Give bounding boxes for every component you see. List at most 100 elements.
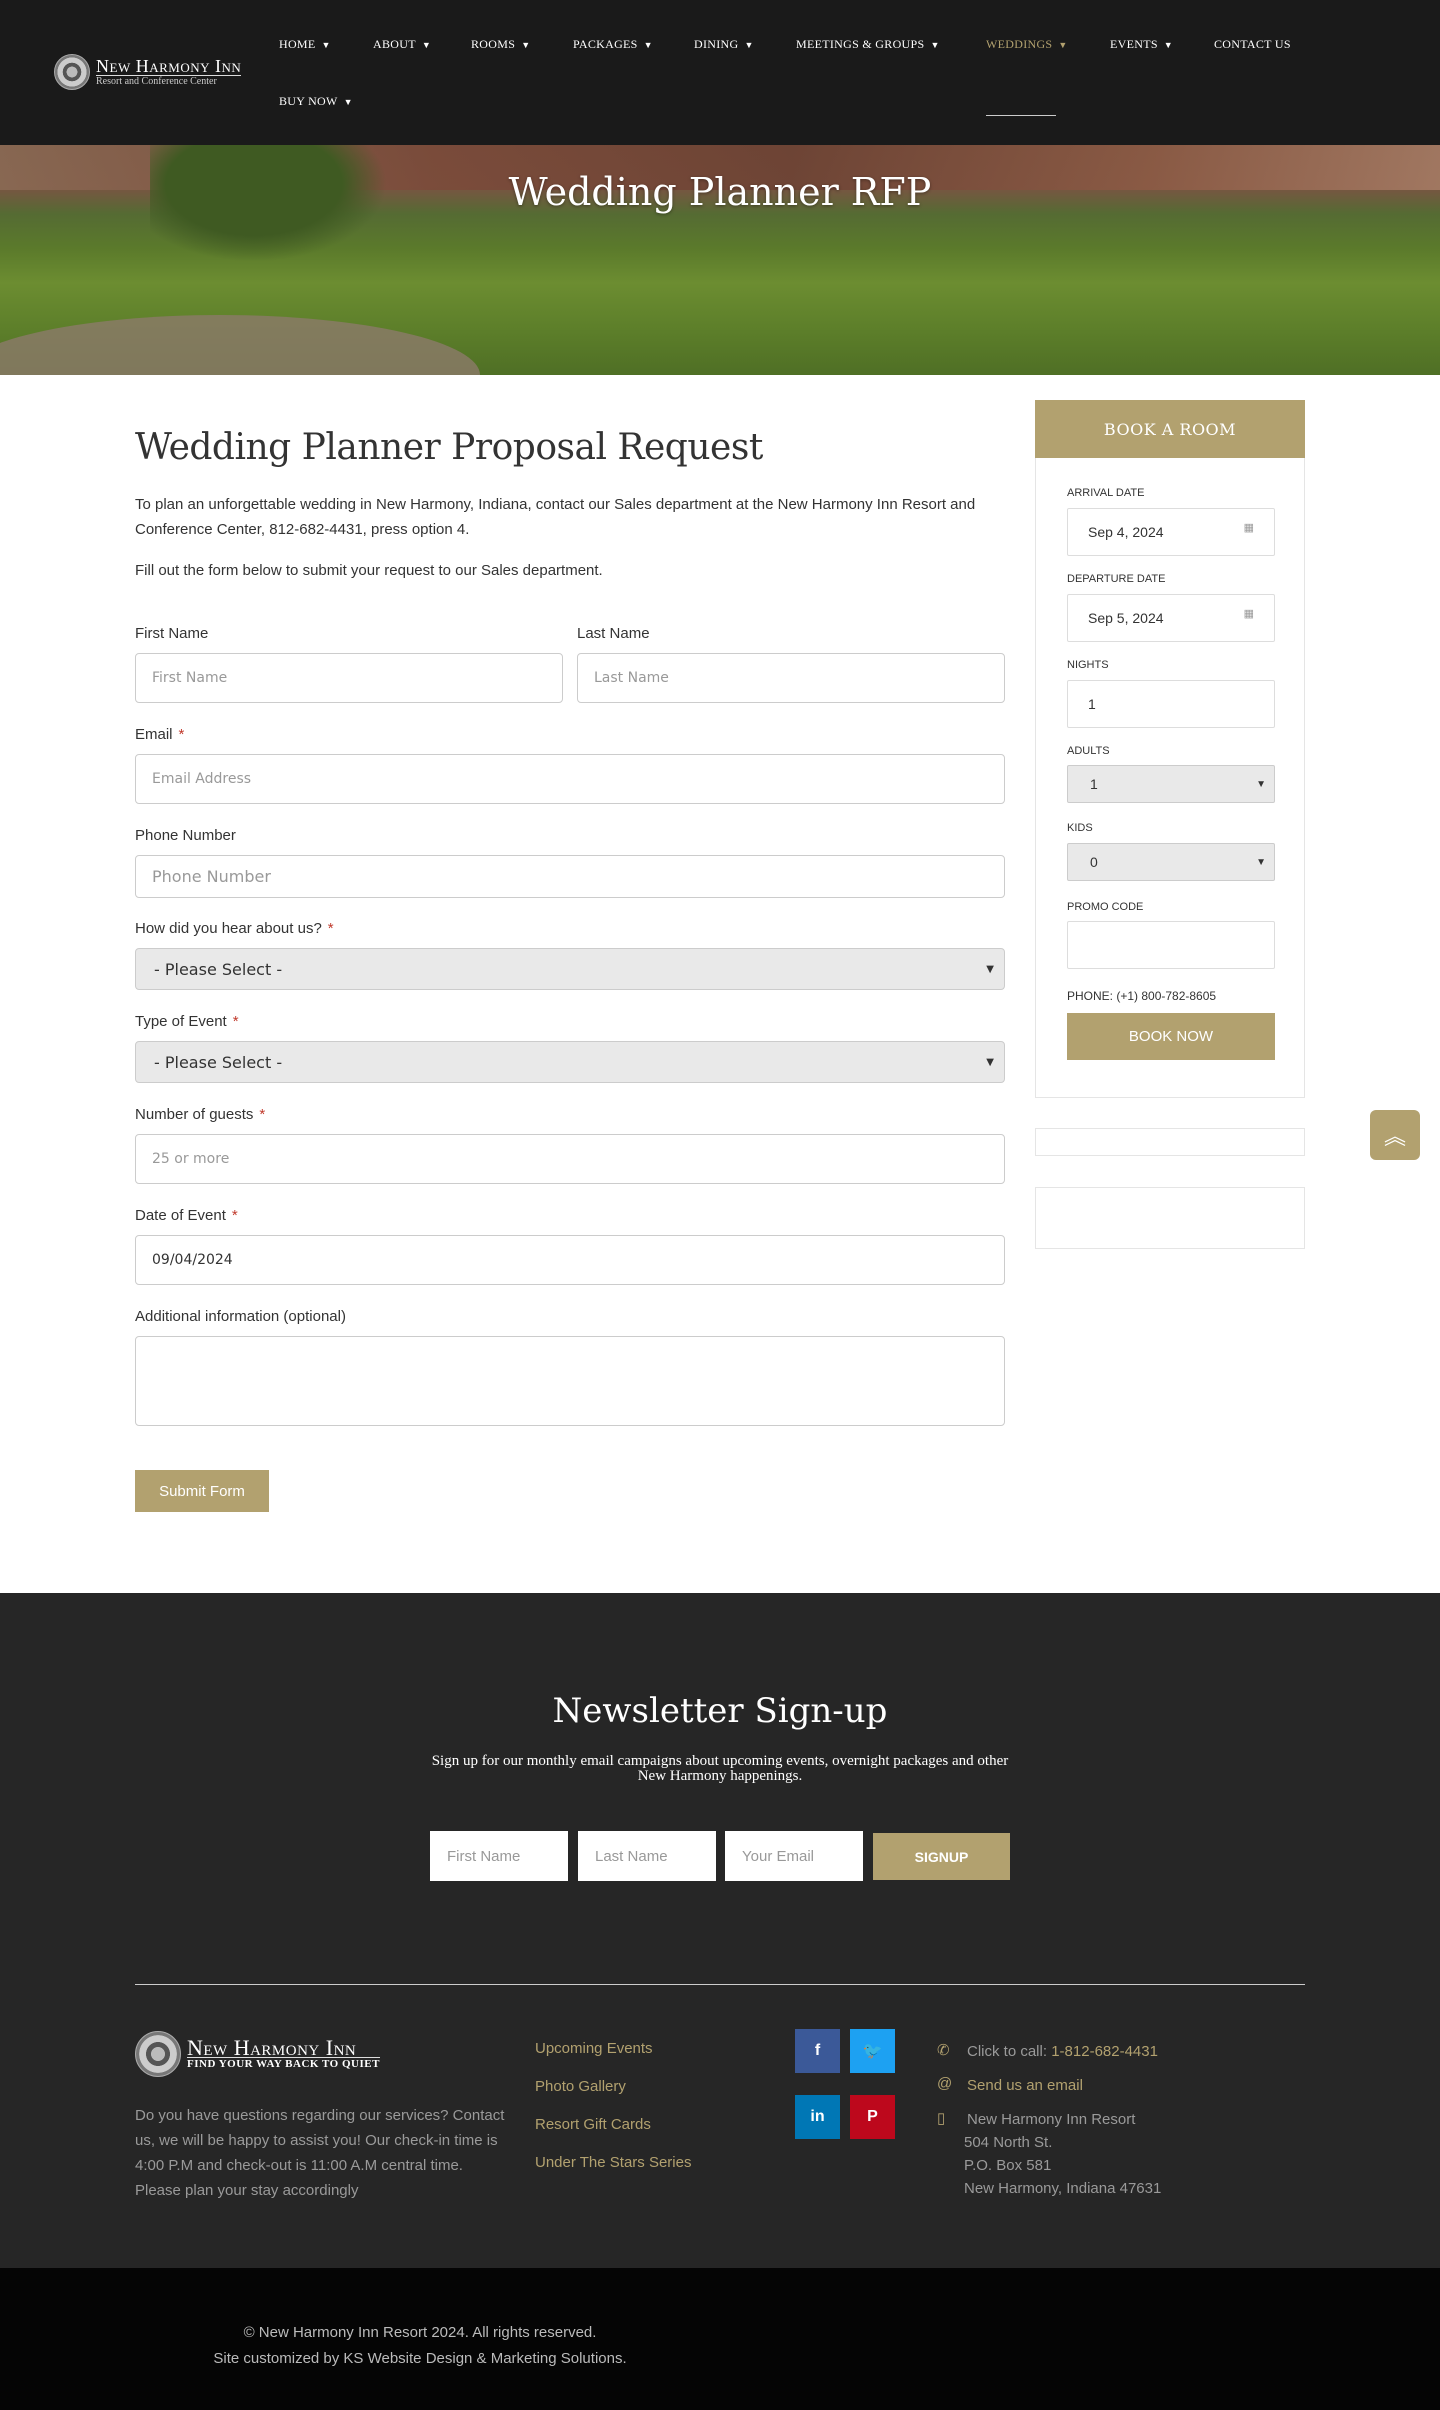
calendar-icon: ▦ [1243, 608, 1254, 620]
footer-logo[interactable]: New Harmony Inn FIND YOUR WAY BACK TO QU… [135, 2031, 380, 2077]
event-type-select[interactable]: - Please Select - ▼ [135, 1041, 1005, 1083]
nav-weddings[interactable]: Weddings ▼ [986, 37, 1068, 52]
footer-bottom-bar: © New Harmony Inn Resort 2024. All right… [0, 2268, 1440, 2410]
arrival-date-value: Sep 4, 2024 [1088, 524, 1164, 540]
pinterest-button[interactable]: P [850, 2095, 895, 2139]
nav-packages[interactable]: Packages ▼ [573, 37, 653, 52]
footer-address-line-2: 504 North St. [964, 2134, 1053, 2151]
newsletter-first-name-input[interactable]: First Name [430, 1831, 568, 1881]
site-logo[interactable]: New Harmony Inn Resort and Conference Ce… [54, 54, 242, 90]
facebook-button[interactable]: f [795, 2029, 840, 2073]
chevron-down-icon: ▼ [343, 97, 353, 107]
phone-input[interactable]: Phone Number [135, 855, 1005, 898]
nav-label: Dining [694, 37, 739, 51]
chevron-down-icon: ▼ [421, 40, 432, 50]
first-name-label: First Name [135, 625, 209, 642]
call-prefix: Click to call: [967, 2043, 1048, 2060]
footer-about-text: Do you have questions regarding our serv… [135, 2107, 505, 2199]
submit-form-button[interactable]: Submit Form [135, 1470, 269, 1512]
adults-label: Adults [1067, 745, 1110, 757]
event-date-input[interactable]: 09/04/2024 [135, 1235, 1005, 1285]
nav-buy-now[interactable]: Buy Now ▼ [279, 94, 353, 109]
hear-about-label-text: How did you hear about us? [135, 920, 322, 937]
chevron-down-icon: ▼ [1256, 778, 1266, 790]
nav-label: Weddings [986, 37, 1053, 51]
departure-date-input[interactable]: Sep 5, 2024 ▦ [1067, 594, 1275, 642]
first-name-input[interactable]: First Name [135, 653, 563, 703]
event-type-label-text: Type of Event [135, 1013, 227, 1030]
footer-link-upcoming-events[interactable]: Upcoming Events [535, 2040, 653, 2057]
calendar-icon: ▦ [1243, 522, 1254, 534]
chevron-down-icon: ▼ [986, 963, 994, 975]
site-header: New Harmony Inn Resort and Conference Ce… [0, 0, 1440, 145]
newsletter-subtitle: Sign up for our monthly email campaigns … [431, 1753, 1009, 1784]
event-date-label-text: Date of Event [135, 1207, 226, 1224]
footer-link-gift-cards[interactable]: Resort Gift Cards [535, 2116, 651, 2133]
nav-label: Packages [573, 37, 638, 51]
footer-logo-tagline: FIND YOUR WAY BACK TO QUIET [187, 2057, 380, 2070]
chevron-down-icon: ▼ [1163, 40, 1174, 50]
nav-about[interactable]: About ▼ [373, 37, 431, 52]
footer-divider [135, 1984, 1305, 1985]
hero-path-image [0, 315, 480, 375]
chevron-down-icon: ▼ [930, 40, 940, 50]
map-icon: ▯ [937, 2110, 946, 2127]
logo-tagline: Resort and Conference Center [96, 75, 217, 87]
nav-label: Rooms [471, 37, 516, 51]
nav-dining[interactable]: Dining ▼ [694, 37, 754, 52]
arrival-date-input[interactable]: Sep 4, 2024 ▦ [1067, 508, 1275, 556]
footer-logo-name: New Harmony Inn [187, 2036, 380, 2058]
booking-phone: PHONE: (+1) 800-782-8605 [1067, 989, 1217, 1003]
additional-info-label: Additional information (optional) [135, 1308, 346, 1325]
book-a-room-widget: BOOK A ROOM Arrival Date Sep 4, 2024 ▦ De… [1035, 400, 1305, 1100]
required-marker: * [231, 1207, 238, 1224]
logo-name: New Harmony Inn [96, 55, 242, 76]
nights-input[interactable]: 1 [1067, 680, 1275, 728]
site-credit-text[interactable]: Site customized by KS Website Design & M… [0, 2350, 840, 2367]
last-name-input[interactable]: Last Name [577, 653, 1005, 703]
email-label: Email * [135, 726, 184, 743]
nav-meetings-groups[interactable]: Meetings & Groups ▼ [796, 37, 940, 52]
linkedin-button[interactable]: in [795, 2095, 840, 2139]
footer-email-link[interactable]: Send us an email [967, 2074, 1083, 2097]
event-type-label: Type of Event * [135, 1013, 239, 1030]
logo-emblem-icon [54, 54, 90, 90]
newsletter-email-input[interactable]: Your Email [725, 1831, 863, 1881]
call-number[interactable]: 1-812-682-4431 [1051, 2043, 1158, 2060]
newsletter-signup-button[interactable]: SIGNUP [873, 1833, 1010, 1880]
double-chevron-up-icon: ︽ [1383, 1124, 1406, 1149]
nav-events[interactable]: Events ▼ [1110, 37, 1173, 52]
hear-about-select[interactable]: - Please Select - ▼ [135, 948, 1005, 990]
footer-call[interactable]: Click to call: 1-812-682-4431 [967, 2040, 1158, 2063]
required-marker: * [259, 1106, 266, 1123]
nav-label: Buy Now [279, 94, 338, 108]
guests-label-text: Number of guests [135, 1106, 254, 1123]
required-marker: * [327, 920, 334, 937]
nights-label: Nights [1067, 659, 1109, 671]
nav-home[interactable]: Home ▼ [279, 37, 331, 52]
footer-address-line-1: New Harmony Inn Resort [967, 2111, 1136, 2128]
footer-link-under-the-stars[interactable]: Under The Stars Series [535, 2154, 691, 2171]
nav-rooms[interactable]: Rooms ▼ [471, 37, 530, 52]
footer-link-photo-gallery[interactable]: Photo Gallery [535, 2078, 626, 2095]
promo-code-label: Promo Code [1067, 901, 1144, 913]
promo-code-input[interactable] [1067, 921, 1275, 969]
footer-address-line-3: P.O. Box 581 [964, 2157, 1052, 2174]
newsletter-last-name-input[interactable]: Last Name [578, 1831, 716, 1881]
nav-contact-us[interactable]: Contact Us [1214, 37, 1291, 52]
departure-date-value: Sep 5, 2024 [1088, 610, 1164, 626]
chevron-down-icon: ▼ [643, 40, 653, 50]
chevron-down-icon: ▼ [744, 40, 754, 50]
book-now-button[interactable]: BOOK NOW [1067, 1013, 1275, 1060]
chevron-down-icon: ▼ [1058, 40, 1068, 50]
adults-select[interactable]: 1 ▼ [1067, 765, 1275, 803]
twitter-button[interactable]: 🐦 [850, 2029, 895, 2073]
copyright-text: © New Harmony Inn Resort 2024. All right… [243, 2324, 597, 2341]
email-input[interactable]: Email Address [135, 754, 1005, 804]
scroll-to-top-button[interactable]: ︽ [1370, 1110, 1420, 1160]
guests-input[interactable]: 25 or more [135, 1134, 1005, 1184]
select-value: 0 [1090, 854, 1098, 870]
additional-info-textarea[interactable] [135, 1336, 1005, 1426]
select-value: 1 [1090, 776, 1098, 792]
kids-select[interactable]: 0 ▼ [1067, 843, 1275, 881]
